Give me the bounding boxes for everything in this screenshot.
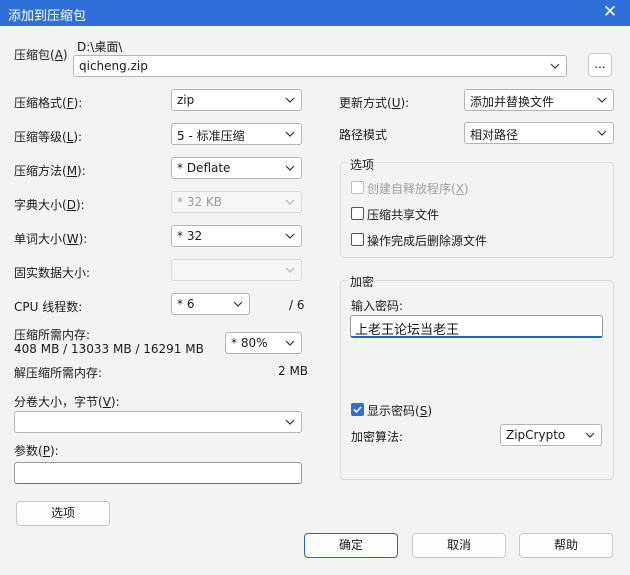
mem-comp-select[interactable]: * 80% bbox=[225, 332, 302, 354]
word-label: 单词大小(W): bbox=[14, 232, 88, 246]
archive-name-value: qicheng.zip bbox=[79, 59, 148, 73]
archive-label: 压缩包(A) bbox=[14, 48, 68, 62]
threads-select[interactable]: * 6 bbox=[171, 293, 250, 315]
show-password-checkbox[interactable] bbox=[351, 403, 364, 416]
shared-label: 压缩共享文件 bbox=[367, 208, 440, 222]
threads-label: CPU 线程数: bbox=[14, 300, 83, 314]
browse-button[interactable]: ... bbox=[588, 53, 612, 77]
threads-value: * 6 bbox=[177, 297, 195, 311]
level-select[interactable]: 5 - 标准压缩 bbox=[171, 123, 302, 145]
mem-decomp-value: 2 MB bbox=[278, 364, 309, 378]
chevron-down-icon bbox=[285, 233, 295, 239]
volume-label: 分卷大小，字节(V): bbox=[14, 395, 120, 409]
level-label: 压缩等级(L): bbox=[14, 130, 83, 144]
chevron-down-icon bbox=[585, 432, 595, 438]
dialog-window: 添加到压缩包 ✕ 压缩包(A) D:\桌面\ qicheng.zip ... 压… bbox=[0, 0, 630, 575]
format-value: zip bbox=[177, 93, 195, 107]
chevron-down-icon bbox=[285, 97, 295, 103]
method-label: 压缩方法(M): bbox=[14, 164, 86, 178]
show-password-label: 显示密码(S) bbox=[367, 404, 432, 418]
sfx-label: 创建自释放程序(X) bbox=[367, 182, 469, 196]
chevron-down-icon bbox=[285, 199, 295, 205]
archive-path: D:\桌面\ bbox=[77, 40, 123, 54]
dict-select[interactable]: * 32 KB bbox=[171, 191, 302, 213]
dict-value: * 32 KB bbox=[177, 195, 222, 209]
params-input[interactable] bbox=[14, 462, 302, 484]
params-label: 参数(P): bbox=[14, 444, 59, 458]
volume-combo[interactable] bbox=[14, 411, 302, 433]
format-label: 压缩格式(F): bbox=[14, 96, 83, 110]
update-select[interactable]: 添加并替换文件 bbox=[464, 89, 614, 111]
window-title: 添加到压缩包 bbox=[8, 9, 87, 24]
pathmode-select[interactable]: 相对路径 bbox=[464, 122, 614, 144]
options-group-title: 选项 bbox=[348, 156, 377, 173]
sfx-checkbox[interactable] bbox=[351, 181, 364, 194]
password-input[interactable]: 上老王论坛当老王 bbox=[350, 315, 603, 338]
dict-label: 字典大小(D): bbox=[14, 198, 85, 212]
mem-decomp-label: 解压缩所需内存: bbox=[14, 366, 103, 380]
level-value: 5 - 标准压缩 bbox=[177, 129, 245, 143]
chevron-down-icon bbox=[597, 130, 607, 136]
chevron-down-icon bbox=[550, 63, 560, 69]
delete-label: 操作完成后删除源文件 bbox=[367, 234, 488, 248]
chevron-down-icon bbox=[285, 131, 295, 137]
checkmark-icon bbox=[353, 406, 362, 414]
cancel-button[interactable]: 取消 bbox=[412, 533, 506, 558]
chevron-down-icon bbox=[233, 301, 243, 307]
pathmode-label: 路径模式 bbox=[339, 128, 388, 142]
archive-name-combo[interactable]: qicheng.zip bbox=[73, 55, 567, 77]
word-select[interactable]: * 32 bbox=[171, 225, 302, 247]
close-icon[interactable]: ✕ bbox=[600, 2, 620, 22]
threads-total: / 6 bbox=[289, 298, 305, 312]
update-value: 添加并替换文件 bbox=[470, 95, 555, 109]
enc-method-select[interactable]: ZipCrypto bbox=[500, 424, 602, 446]
chevron-down-icon bbox=[285, 267, 295, 273]
update-label: 更新方式(U): bbox=[339, 96, 410, 110]
chevron-down-icon bbox=[285, 340, 295, 346]
format-select[interactable]: zip bbox=[171, 89, 302, 111]
title-bar[interactable]: 添加到压缩包 ✕ bbox=[0, 0, 630, 26]
enc-method-value: ZipCrypto bbox=[506, 428, 566, 442]
options-button[interactable]: 选项 bbox=[16, 501, 110, 526]
method-value: * Deflate bbox=[177, 161, 231, 175]
password-value: 上老王论坛当老王 bbox=[355, 323, 460, 338]
encryption-group-title: 加密 bbox=[348, 273, 377, 290]
chevron-down-icon bbox=[597, 97, 607, 103]
mem-comp-info: 408 MB / 13033 MB / 16291 MB bbox=[14, 342, 204, 356]
password-label: 输入密码: bbox=[351, 299, 404, 313]
mem-comp-value: * 80% bbox=[231, 336, 268, 350]
delete-checkbox[interactable] bbox=[351, 233, 364, 246]
shared-checkbox[interactable] bbox=[351, 207, 364, 220]
method-select[interactable]: * Deflate bbox=[171, 157, 302, 179]
word-value: * 32 bbox=[177, 229, 203, 243]
chevron-down-icon bbox=[285, 165, 295, 171]
solid-label: 固实数据大小: bbox=[14, 266, 91, 280]
pathmode-value: 相对路径 bbox=[470, 128, 519, 142]
help-button[interactable]: 帮助 bbox=[519, 533, 613, 558]
ok-button[interactable]: 确定 bbox=[304, 533, 398, 558]
enc-method-label: 加密算法: bbox=[351, 430, 404, 444]
chevron-down-icon bbox=[285, 419, 295, 425]
solid-select[interactable] bbox=[171, 259, 302, 281]
mem-comp-label: 压缩所需内存: bbox=[14, 328, 91, 342]
